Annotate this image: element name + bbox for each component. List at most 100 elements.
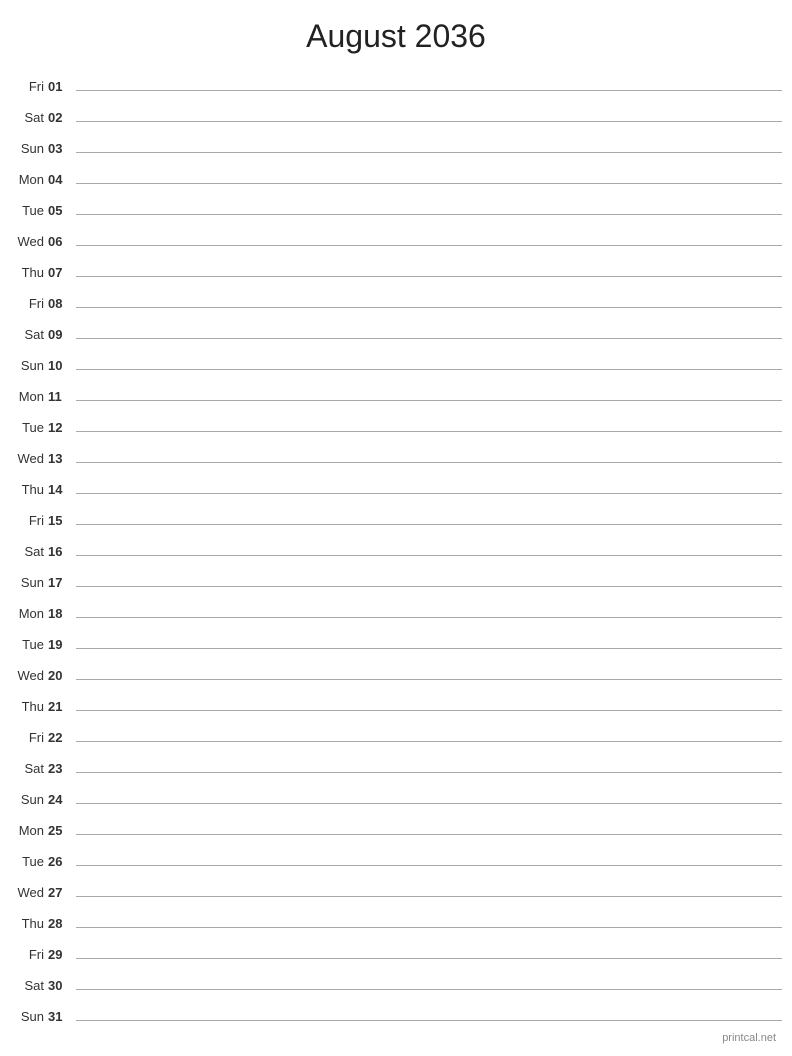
day-row: Sat30	[10, 964, 782, 995]
day-number: 21	[48, 699, 76, 714]
day-name: Sat	[10, 544, 48, 559]
day-name: Tue	[10, 203, 48, 218]
day-number: 25	[48, 823, 76, 838]
day-number: 14	[48, 482, 76, 497]
day-line	[76, 927, 782, 928]
day-line	[76, 276, 782, 277]
day-number: 03	[48, 141, 76, 156]
day-line	[76, 245, 782, 246]
day-line	[76, 741, 782, 742]
day-row: Wed27	[10, 871, 782, 902]
day-name: Fri	[10, 947, 48, 962]
day-name: Sun	[10, 575, 48, 590]
day-number: 20	[48, 668, 76, 683]
day-row: Sat16	[10, 530, 782, 561]
day-line	[76, 617, 782, 618]
day-name: Mon	[10, 389, 48, 404]
day-line	[76, 648, 782, 649]
day-line	[76, 214, 782, 215]
day-line	[76, 183, 782, 184]
day-number: 04	[48, 172, 76, 187]
day-line	[76, 152, 782, 153]
day-row: Fri01	[10, 65, 782, 96]
day-row: Fri08	[10, 282, 782, 313]
day-name: Fri	[10, 79, 48, 94]
day-name: Thu	[10, 916, 48, 931]
day-number: 27	[48, 885, 76, 900]
day-number: 15	[48, 513, 76, 528]
day-number: 16	[48, 544, 76, 559]
day-name: Mon	[10, 606, 48, 621]
day-row: Mon18	[10, 592, 782, 623]
footer-text: printcal.net	[722, 1032, 776, 1044]
day-number: 10	[48, 358, 76, 373]
day-name: Mon	[10, 823, 48, 838]
calendar-list: Fri01Sat02Sun03Mon04Tue05Wed06Thu07Fri08…	[0, 65, 792, 1026]
day-name: Sat	[10, 327, 48, 342]
day-number: 12	[48, 420, 76, 435]
day-name: Mon	[10, 172, 48, 187]
day-name: Tue	[10, 854, 48, 869]
day-row: Sun24	[10, 778, 782, 809]
day-number: 22	[48, 730, 76, 745]
day-name: Tue	[10, 637, 48, 652]
day-row: Tue05	[10, 189, 782, 220]
day-line	[76, 679, 782, 680]
day-row: Fri29	[10, 933, 782, 964]
day-number: 02	[48, 110, 76, 125]
day-name: Thu	[10, 699, 48, 714]
day-row: Sun03	[10, 127, 782, 158]
day-name: Sat	[10, 761, 48, 776]
page-title: August 2036	[0, 0, 792, 65]
day-line	[76, 121, 782, 122]
day-number: 26	[48, 854, 76, 869]
day-line	[76, 1020, 782, 1021]
day-row: Fri15	[10, 499, 782, 530]
day-row: Wed06	[10, 220, 782, 251]
day-row: Sun31	[10, 995, 782, 1026]
day-line	[76, 958, 782, 959]
day-number: 08	[48, 296, 76, 311]
day-name: Wed	[10, 668, 48, 683]
day-number: 18	[48, 606, 76, 621]
day-row: Wed13	[10, 437, 782, 468]
day-name: Sat	[10, 978, 48, 993]
day-line	[76, 462, 782, 463]
day-row: Sat23	[10, 747, 782, 778]
day-line	[76, 400, 782, 401]
day-line	[76, 555, 782, 556]
day-name: Sun	[10, 792, 48, 807]
day-line	[76, 307, 782, 308]
day-row: Sun17	[10, 561, 782, 592]
day-number: 30	[48, 978, 76, 993]
day-line	[76, 586, 782, 587]
day-number: 09	[48, 327, 76, 342]
day-row: Thu28	[10, 902, 782, 933]
day-number: 11	[48, 389, 76, 404]
day-name: Fri	[10, 730, 48, 745]
day-name: Fri	[10, 513, 48, 528]
day-number: 23	[48, 761, 76, 776]
day-line	[76, 710, 782, 711]
day-row: Thu07	[10, 251, 782, 282]
day-line	[76, 896, 782, 897]
day-name: Wed	[10, 234, 48, 249]
day-line	[76, 431, 782, 432]
day-number: 13	[48, 451, 76, 466]
day-name: Sat	[10, 110, 48, 125]
day-row: Mon04	[10, 158, 782, 189]
day-name: Sun	[10, 141, 48, 156]
day-number: 17	[48, 575, 76, 590]
day-number: 06	[48, 234, 76, 249]
day-row: Tue26	[10, 840, 782, 871]
day-number: 24	[48, 792, 76, 807]
day-row: Wed20	[10, 654, 782, 685]
day-line	[76, 90, 782, 91]
day-name: Thu	[10, 265, 48, 280]
day-line	[76, 338, 782, 339]
day-number: 29	[48, 947, 76, 962]
day-number: 07	[48, 265, 76, 280]
day-line	[76, 803, 782, 804]
day-name: Fri	[10, 296, 48, 311]
day-line	[76, 369, 782, 370]
